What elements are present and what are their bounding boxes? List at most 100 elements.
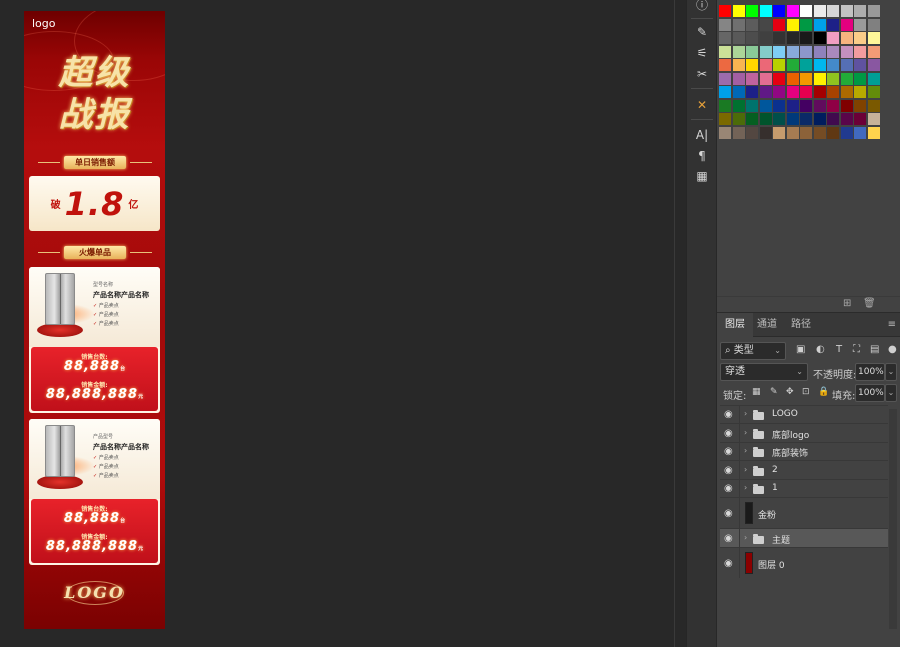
- tab-channels[interactable]: 通道: [749, 313, 785, 337]
- color-swatch[interactable]: [719, 18, 731, 31]
- color-swatch[interactable]: [773, 99, 785, 112]
- layer-row[interactable]: ◉ › 2: [720, 460, 888, 480]
- chevron-right-icon[interactable]: ›: [744, 533, 747, 542]
- color-swatch[interactable]: [786, 113, 799, 125]
- lock-all-icon[interactable]: 🔒: [818, 387, 829, 397]
- blend-mode-select[interactable]: 穿透 ⌄: [720, 363, 808, 381]
- color-swatch[interactable]: [800, 72, 812, 85]
- color-swatch[interactable]: [813, 32, 826, 44]
- color-swatch[interactable]: [867, 113, 880, 125]
- color-swatch[interactable]: [800, 18, 812, 31]
- color-swatch[interactable]: [854, 86, 866, 98]
- filter-shape-icon[interactable]: ⛶: [853, 344, 860, 355]
- layer-row[interactable]: ◉ 金粉: [720, 497, 888, 529]
- eye-icon[interactable]: ◉: [724, 446, 733, 457]
- lock-pixels-icon[interactable]: ✎: [770, 387, 778, 397]
- color-swatch[interactable]: [827, 32, 839, 44]
- filter-type-icon[interactable]: T: [836, 344, 842, 355]
- color-swatch[interactable]: [759, 32, 772, 44]
- color-swatch[interactable]: [827, 86, 839, 98]
- color-swatch[interactable]: [827, 113, 839, 125]
- color-swatch[interactable]: [786, 59, 799, 71]
- color-swatch[interactable]: [773, 32, 785, 44]
- color-swatch[interactable]: [813, 5, 826, 17]
- color-swatch[interactable]: [867, 18, 880, 31]
- color-swatch[interactable]: [773, 5, 785, 17]
- color-swatch[interactable]: [732, 18, 745, 31]
- color-swatch[interactable]: [773, 59, 785, 71]
- color-swatch[interactable]: [732, 113, 745, 125]
- color-swatch[interactable]: [854, 5, 866, 17]
- character-icon[interactable]: A|: [691, 125, 713, 145]
- eye-icon[interactable]: ◉: [724, 483, 733, 494]
- color-swatch[interactable]: [867, 32, 880, 44]
- color-swatch[interactable]: [786, 5, 799, 17]
- color-swatch[interactable]: [786, 72, 799, 85]
- color-swatch[interactable]: [867, 126, 880, 139]
- color-swatch[interactable]: [719, 72, 731, 85]
- color-swatch[interactable]: [813, 45, 826, 58]
- color-swatch[interactable]: [773, 113, 785, 125]
- eye-icon[interactable]: ◉: [724, 558, 733, 569]
- color-swatch[interactable]: [840, 72, 853, 85]
- color-swatch[interactable]: [800, 59, 812, 71]
- info-icon[interactable]: ⓘ: [691, 0, 713, 15]
- color-swatch[interactable]: [732, 59, 745, 71]
- color-swatch[interactable]: [773, 86, 785, 98]
- brush-settings-icon[interactable]: ✎: [691, 22, 713, 42]
- trash-icon[interactable]: 🗑: [863, 298, 876, 309]
- color-swatch[interactable]: [719, 45, 731, 58]
- layer-row-selected[interactable]: ◉ › 主题: [720, 528, 888, 548]
- color-swatch[interactable]: [827, 45, 839, 58]
- color-swatch[interactable]: [813, 86, 826, 98]
- color-swatch[interactable]: [840, 18, 853, 31]
- color-swatch[interactable]: [827, 126, 839, 139]
- color-swatch[interactable]: [840, 113, 853, 125]
- color-swatch[interactable]: [759, 99, 772, 112]
- color-swatch[interactable]: [759, 72, 772, 85]
- color-swatch[interactable]: [746, 72, 758, 85]
- color-swatch[interactable]: [840, 86, 853, 98]
- color-swatch[interactable]: [800, 45, 812, 58]
- color-swatch[interactable]: [719, 113, 731, 125]
- eye-icon[interactable]: ◉: [724, 409, 733, 420]
- color-swatch[interactable]: [732, 45, 745, 58]
- color-swatch[interactable]: [759, 113, 772, 125]
- color-swatch[interactable]: [746, 86, 758, 98]
- color-swatch[interactable]: [800, 86, 812, 98]
- color-swatch[interactable]: [746, 5, 758, 17]
- color-swatch[interactable]: [800, 126, 812, 139]
- adjustments-icon[interactable]: ⚟: [691, 43, 713, 63]
- color-swatch[interactable]: [732, 72, 745, 85]
- layer-row[interactable]: ◉ › 1: [720, 479, 888, 498]
- chevron-right-icon[interactable]: ›: [744, 446, 747, 455]
- color-swatch[interactable]: [732, 126, 745, 139]
- color-swatch[interactable]: [840, 5, 853, 17]
- tab-paths[interactable]: 路径: [783, 313, 819, 337]
- color-swatch[interactable]: [773, 126, 785, 139]
- color-swatch[interactable]: [719, 5, 731, 17]
- color-swatch[interactable]: [746, 45, 758, 58]
- color-swatch[interactable]: [786, 86, 799, 98]
- color-swatch[interactable]: [813, 99, 826, 112]
- color-swatch[interactable]: [746, 126, 758, 139]
- color-swatch[interactable]: [773, 45, 785, 58]
- color-swatch[interactable]: [867, 99, 880, 112]
- clone-tool-icon[interactable]: ✂: [691, 64, 713, 84]
- color-swatch[interactable]: [719, 86, 731, 98]
- color-swatch[interactable]: [827, 99, 839, 112]
- color-swatch[interactable]: [827, 72, 839, 85]
- filter-smart-object-icon[interactable]: ▤: [870, 344, 879, 355]
- color-swatch[interactable]: [759, 86, 772, 98]
- color-swatch[interactable]: [867, 5, 880, 17]
- color-swatch[interactable]: [854, 126, 866, 139]
- color-swatch[interactable]: [827, 59, 839, 71]
- color-swatch[interactable]: [840, 45, 853, 58]
- color-swatch[interactable]: [773, 72, 785, 85]
- layer-row[interactable]: ◉ 图层 0: [720, 547, 888, 578]
- chevron-right-icon[interactable]: ›: [744, 483, 747, 492]
- glyphs-icon[interactable]: ▦: [691, 166, 713, 186]
- color-swatch[interactable]: [827, 18, 839, 31]
- color-swatch[interactable]: [813, 18, 826, 31]
- color-swatch[interactable]: [746, 18, 758, 31]
